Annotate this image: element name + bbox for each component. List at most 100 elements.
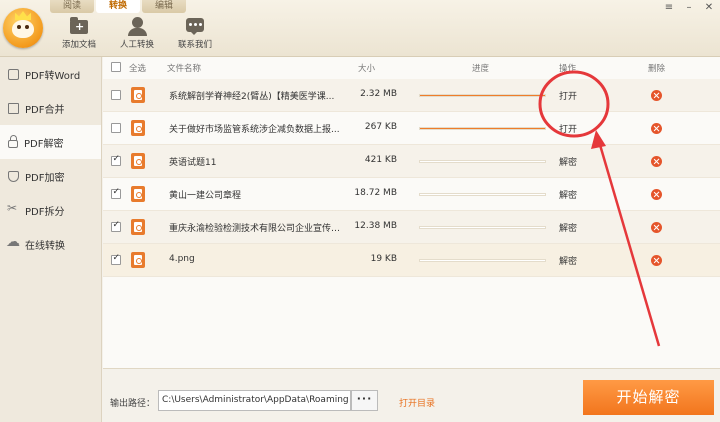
output-path-input[interactable]: C:\Users\Administrator\AppData\Roaming: [158, 390, 351, 411]
table-row[interactable]: 黄山一建公司章程 18.72 MB 解密: [103, 178, 720, 211]
select-all-label: 全选: [129, 64, 147, 74]
document-icon: [8, 68, 19, 80]
merge-icon: [8, 102, 19, 114]
tab-convert[interactable]: 转换: [96, 0, 140, 13]
ribbon-tabs: 阅读 转换 编辑: [50, 0, 188, 13]
file-icon: [131, 252, 145, 268]
file-table: 全选 文件名称 大小 进度 操作 删除 系统解剖学脊神经2(臂丛)【精美医学课.…: [103, 57, 720, 368]
delete-icon[interactable]: [651, 222, 662, 233]
delete-icon[interactable]: [651, 255, 662, 266]
row-action-button[interactable]: 解密: [559, 155, 577, 168]
bottom-bar: 输出路径： C:\Users\Administrator\AppData\Roa…: [103, 368, 720, 422]
table-row[interactable]: 重庆永渝检验检测技术有限公司企业宣传P... 12.38 MB 解密: [103, 211, 720, 244]
sidebar: PDF转Word PDF合并 PDF解密 PDF加密 PDF拆分 在线转换: [0, 57, 102, 422]
delete-icon[interactable]: [651, 90, 662, 101]
manual-convert-button[interactable]: 人工转换: [108, 16, 166, 54]
sidebar-item-pdf-to-word[interactable]: PDF转Word: [0, 57, 101, 91]
delete-icon[interactable]: [651, 123, 662, 134]
file-name: 系统解剖学脊神经2(臂丛)【精美医学课...: [169, 92, 335, 102]
file-size: 267 KB: [364, 122, 397, 132]
delete-icon[interactable]: [651, 189, 662, 200]
sidebar-item-label: PDF拆分: [25, 206, 65, 218]
row-action-button[interactable]: 解密: [559, 221, 577, 234]
file-icon: [131, 153, 145, 169]
sidebar-item-label: PDF加密: [25, 172, 65, 184]
sidebar-item-label: PDF转Word: [25, 70, 81, 82]
row-checkbox[interactable]: [111, 90, 121, 100]
file-name: 4.png: [169, 254, 195, 264]
progress-bar: [419, 226, 546, 229]
manual-convert-label: 人工转换: [119, 40, 154, 50]
column-filename: 文件名称: [167, 64, 202, 74]
close-icon[interactable]: ✕: [704, 3, 714, 13]
open-directory-link[interactable]: 打开目录: [399, 396, 435, 409]
file-icon: [131, 186, 145, 202]
column-progress: 进度: [472, 64, 490, 74]
lock-icon: [8, 135, 18, 148]
row-action-button[interactable]: 打开: [559, 89, 577, 102]
row-action-button[interactable]: 解密: [559, 254, 577, 267]
minimize-icon[interactable]: –: [684, 3, 694, 13]
delete-icon[interactable]: [651, 156, 662, 167]
row-checkbox[interactable]: [111, 187, 121, 199]
column-size: 大小: [358, 64, 376, 74]
add-document-label: 添加文档: [61, 40, 96, 50]
sidebar-item-pdf-merge[interactable]: PDF合并: [0, 91, 101, 125]
app-logo-icon: [3, 8, 43, 48]
row-checkbox[interactable]: [111, 220, 121, 232]
column-action: 操作: [559, 64, 577, 74]
contact-us-button[interactable]: 联系我们: [166, 16, 224, 54]
sidebar-item-label: PDF合并: [25, 104, 65, 116]
select-all-checkbox[interactable]: [111, 62, 121, 72]
file-icon: [131, 219, 145, 235]
add-document-button[interactable]: + 添加文档: [50, 16, 108, 54]
file-icon: [131, 120, 145, 136]
sidebar-item-label: 在线转换: [25, 240, 65, 252]
file-size: 421 KB: [364, 155, 397, 165]
table-row[interactable]: 关于做好市场监管系统涉企减负数据上报... 267 KB 打开: [103, 112, 720, 145]
table-row[interactable]: 系统解剖学脊神经2(臂丛)【精美医学课... 2.32 MB 打开: [103, 79, 720, 112]
menu-icon[interactable]: ≡: [664, 3, 674, 13]
table-row[interactable]: 4.png 19 KB 解密: [103, 244, 720, 277]
file-name: 黄山一建公司章程: [169, 191, 242, 201]
row-checkbox[interactable]: [111, 253, 121, 265]
row-action-button[interactable]: 打开: [559, 122, 577, 135]
column-delete: 删除: [648, 64, 666, 74]
chat-icon: [184, 16, 206, 36]
shield-icon: [8, 170, 19, 182]
progress-bar: [419, 160, 546, 163]
progress-bar: [419, 193, 546, 196]
file-name: 重庆永渝检验检测技术有限公司企业宣传P...: [169, 224, 341, 234]
sidebar-item-pdf-decrypt[interactable]: PDF解密: [0, 125, 101, 159]
file-size: 18.72 MB: [354, 188, 397, 198]
table-row[interactable]: 英语试题11 421 KB 解密: [103, 145, 720, 178]
file-name: 英语试题11: [169, 158, 217, 168]
sidebar-item-pdf-split[interactable]: PDF拆分: [0, 193, 101, 227]
progress-bar: [419, 259, 546, 262]
sidebar-item-pdf-encrypt[interactable]: PDF加密: [0, 159, 101, 193]
tab-read[interactable]: 阅读: [50, 0, 94, 13]
top-bar: 阅读 转换 编辑 + 添加文档 人工转换 联系我们 ≡ – ✕: [0, 0, 720, 57]
file-size: 19 KB: [370, 254, 397, 264]
window-controls: ≡ – ✕: [664, 3, 714, 13]
progress-bar: [419, 127, 546, 130]
person-icon: [126, 16, 148, 36]
cloud-icon: [6, 234, 20, 250]
sidebar-item-label: PDF解密: [24, 138, 64, 150]
output-path-label: 输出路径：: [110, 399, 156, 409]
file-icon: [131, 87, 145, 103]
row-checkbox[interactable]: [111, 123, 121, 133]
row-checkbox[interactable]: [111, 154, 121, 166]
sidebar-item-online-convert[interactable]: 在线转换: [0, 227, 101, 261]
toolbar: + 添加文档 人工转换 联系我们: [50, 16, 224, 54]
tab-edit[interactable]: 编辑: [142, 0, 186, 13]
browse-button[interactable]: ···: [351, 390, 378, 411]
progress-bar: [419, 94, 546, 97]
file-name: 关于做好市场监管系统涉企减负数据上报...: [169, 125, 340, 135]
start-decrypt-button[interactable]: 开始解密: [583, 380, 714, 415]
file-size: 12.38 MB: [354, 221, 397, 231]
folder-add-icon: +: [68, 16, 90, 36]
table-header: 全选 文件名称 大小 进度 操作 删除: [103, 57, 720, 77]
file-size: 2.32 MB: [360, 89, 397, 99]
row-action-button[interactable]: 解密: [559, 188, 577, 201]
